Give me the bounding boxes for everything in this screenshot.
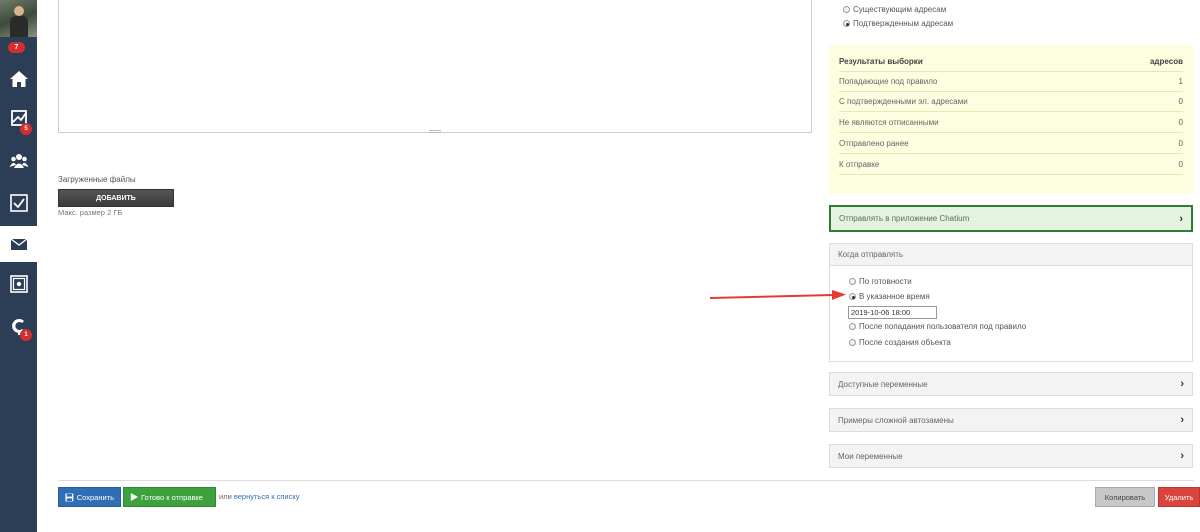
radio-confirmed-addresses[interactable]: Подтвержденным адресам <box>843 19 953 28</box>
home-icon <box>9 71 28 87</box>
radio-after-object-created[interactable]: После создания объекта <box>849 338 951 347</box>
safe-icon <box>9 275 28 293</box>
checkbox-icon <box>9 194 28 212</box>
autoreplace-examples-panel[interactable]: Примеры сложной автозамены › <box>829 408 1193 432</box>
results-panel: Результаты выборки адресов Попадающие по… <box>829 45 1193 194</box>
send-datetime-input[interactable] <box>848 306 937 319</box>
sidebar-item-tasks[interactable] <box>0 185 37 221</box>
sidebar-item-chatium[interactable] <box>0 308 37 344</box>
chevron-right-icon: › <box>1180 378 1184 390</box>
back-to-list-link[interactable]: вернуться к списку <box>234 492 300 501</box>
play-icon <box>130 493 138 501</box>
radio-icon[interactable] <box>849 278 856 285</box>
chevron-right-icon: › <box>1179 212 1183 225</box>
notification-badge[interactable]: 7 <box>8 42 25 53</box>
stats-badge: 5 <box>20 123 32 135</box>
save-icon <box>65 493 74 501</box>
ready-to-send-button[interactable]: Готово к отправке <box>123 487 216 507</box>
sidebar-item-home[interactable] <box>0 61 37 97</box>
add-file-button[interactable]: ДОБАВИТЬ <box>58 189 174 207</box>
editor-resize-handle[interactable] <box>429 130 441 133</box>
when-to-send-title: Когда отправлять <box>830 244 1192 266</box>
radio-icon[interactable] <box>843 6 850 13</box>
results-row: К отправке 0 <box>839 155 1183 175</box>
chevron-right-icon: › <box>1180 450 1184 462</box>
sidebar-item-safe[interactable] <box>0 266 37 302</box>
radio-icon[interactable] <box>849 339 856 346</box>
my-variables-panel[interactable]: Мои переменные › <box>829 444 1193 468</box>
sidebar-item-mail[interactable] <box>0 226 37 262</box>
radio-specified-time[interactable]: В указанное время <box>849 292 930 301</box>
results-row: Попадающие под правило 1 <box>839 72 1183 92</box>
radio-when-ready[interactable]: По готовности <box>849 277 912 286</box>
results-row: Не являются отписанными 0 <box>839 113 1183 133</box>
message-editor[interactable] <box>58 0 812 133</box>
delete-button[interactable]: Удалить <box>1158 487 1200 507</box>
footer-divider <box>58 480 1194 481</box>
send-to-chatium-panel[interactable]: Отправлять в приложение Chatium › <box>829 205 1193 232</box>
results-row: С подтвержденными эл. адресами 0 <box>839 92 1183 112</box>
copy-button[interactable]: Копировать <box>1095 487 1155 507</box>
radio-icon[interactable] <box>849 323 856 330</box>
sidebar-item-users[interactable] <box>0 143 37 179</box>
save-button[interactable]: Сохранить <box>58 487 121 507</box>
available-variables-panel[interactable]: Доступные переменные › <box>829 372 1193 396</box>
results-header: Результаты выборки адресов <box>839 52 1183 72</box>
chatium-badge: 1 <box>20 329 32 341</box>
send-to-chatium-label: Отправлять в приложение Chatium <box>839 214 970 223</box>
or-text: или вернуться к списку <box>219 492 300 501</box>
radio-icon[interactable] <box>849 293 856 300</box>
radio-existing-addresses[interactable]: Существующим адресам <box>843 5 946 14</box>
uploaded-files-label: Загруженные файлы <box>58 175 136 184</box>
mail-icon <box>10 238 27 250</box>
chevron-right-icon: › <box>1180 414 1184 426</box>
avatar[interactable] <box>0 0 37 37</box>
radio-after-rule-match[interactable]: После попадания пользователя под правило <box>849 322 1026 331</box>
sidebar: 7 5 1 <box>0 0 37 532</box>
results-row: Отправлено ранее 0 <box>839 134 1183 154</box>
users-icon <box>9 154 28 168</box>
radio-icon[interactable] <box>843 20 850 27</box>
max-size-hint: Макс. размер 2 ГБ <box>58 208 123 217</box>
annotation-arrow-icon <box>709 290 846 300</box>
